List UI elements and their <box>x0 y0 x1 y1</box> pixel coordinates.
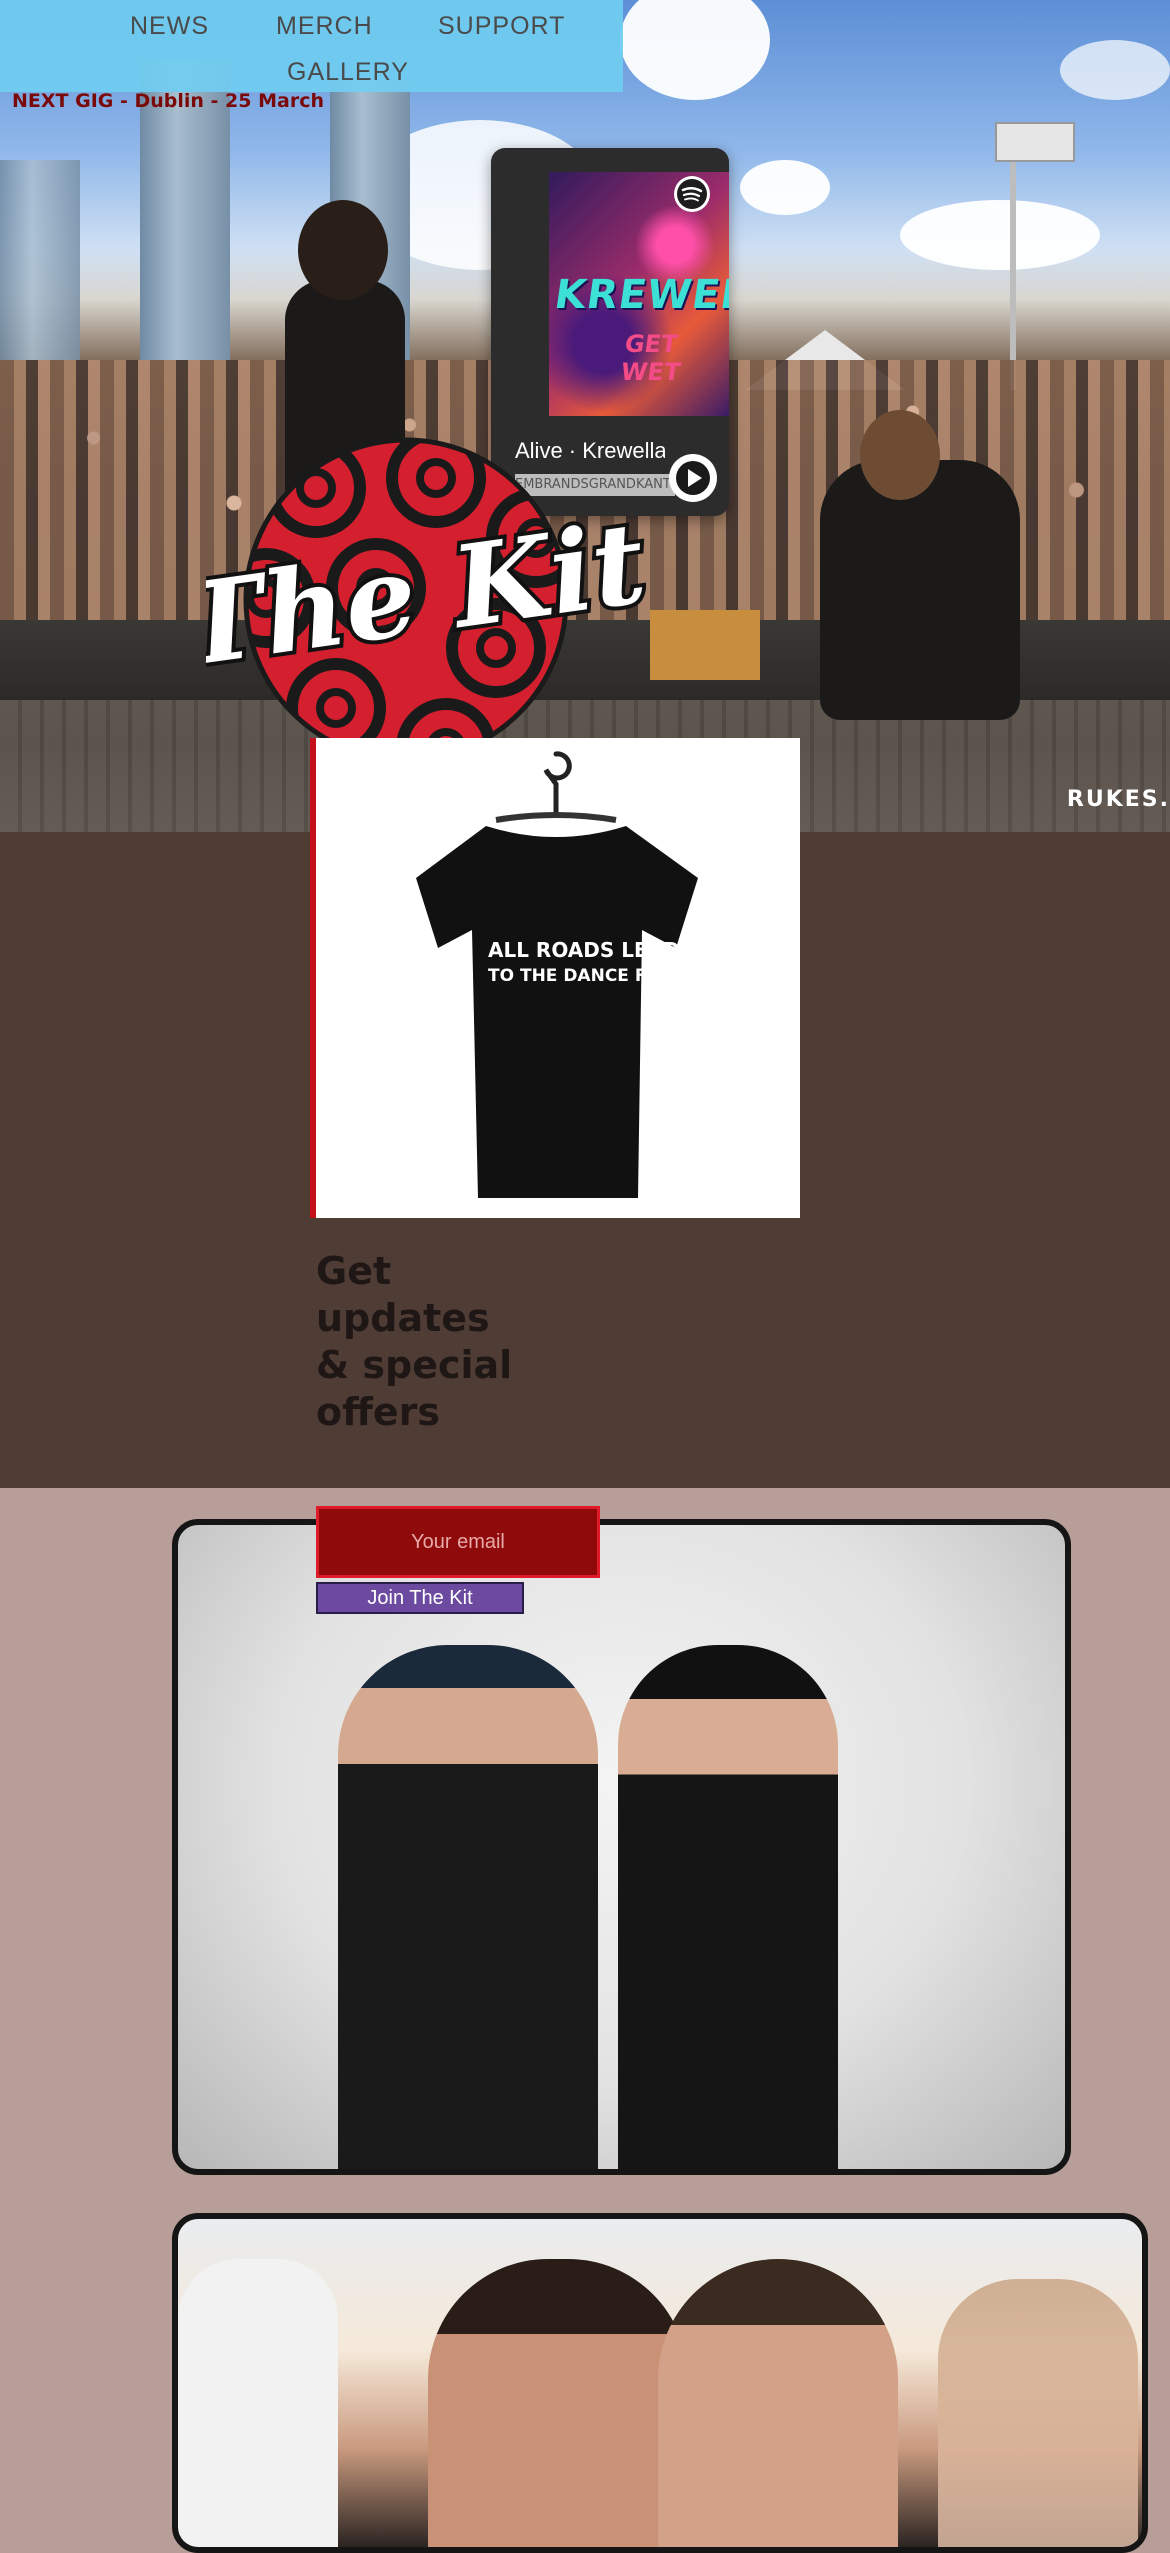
person-left <box>428 2259 688 2547</box>
light-fixture <box>995 122 1075 162</box>
skyscraper <box>0 160 80 360</box>
next-gig-banner[interactable]: NEXT GIG - Dublin - 25 March <box>12 90 324 112</box>
performer-right-head <box>860 410 940 500</box>
merch-tshirt-card[interactable]: ALL ROADS LEAD TO THE DANCE FLOOR <box>312 738 800 1218</box>
signup-heading: Get updates & special offers <box>316 1249 513 1434</box>
nav-support-link[interactable]: SUPPORT <box>438 12 565 41</box>
join-button[interactable]: Join The Kit <box>316 1582 524 1614</box>
photo-credit: RUKES. <box>1066 787 1170 812</box>
bystanders <box>938 2279 1138 2547</box>
person-right <box>618 1645 838 2169</box>
nav-merch-link[interactable]: MERCH <box>276 12 373 41</box>
light-pole <box>1010 130 1016 390</box>
band-candid-photo[interactable] <box>172 2213 1148 2553</box>
cloud <box>1060 40 1170 100</box>
spotify-icon[interactable] <box>674 176 710 212</box>
hanger-hook <box>543 751 572 817</box>
cloud <box>740 160 830 215</box>
cloud <box>900 200 1100 270</box>
person-right <box>658 2259 898 2547</box>
nav-gallery-link[interactable]: GALLERY <box>287 58 409 87</box>
cover-title: KREWELLA <box>551 272 729 318</box>
nav-bar: NEWS MERCH SUPPORT GALLERY <box>0 0 623 92</box>
nav-news-link[interactable]: NEWS <box>130 12 209 41</box>
play-icon <box>671 456 715 500</box>
performer-right <box>820 460 1020 720</box>
the-kit-logo[interactable]: The Kit <box>206 428 646 778</box>
band-portrait-photo[interactable] <box>172 1519 1071 2175</box>
tshirt-text-line-2: TO THE DANCE FLOOR <box>488 966 699 986</box>
email-field[interactable] <box>316 1506 600 1578</box>
performer-left-head <box>298 200 388 300</box>
person-left <box>338 1645 598 2169</box>
play-button[interactable] <box>669 454 717 502</box>
cloud <box>620 0 770 100</box>
cover-subtitle: GET WET <box>619 330 683 386</box>
tshirt-text-line-1: ALL ROADS LEAD <box>488 938 680 962</box>
bystander <box>178 2259 338 2547</box>
equipment-box <box>650 610 760 680</box>
tshirt-body <box>416 826 698 1198</box>
